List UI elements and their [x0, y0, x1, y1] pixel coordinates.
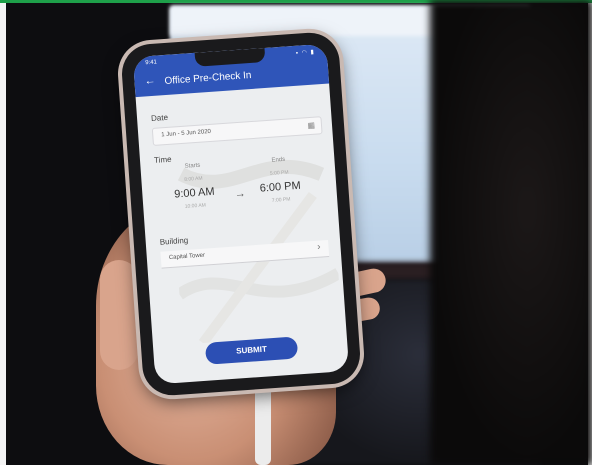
date-range-value: 1 Jun - 5 Jun 2020: [161, 128, 212, 139]
building-value: Capital Tower: [168, 252, 206, 262]
finger: [100, 260, 138, 370]
chevron-right-icon: ›: [316, 241, 321, 253]
status-time: 9:41: [145, 59, 158, 67]
background-person: [430, 0, 592, 465]
status-icons: ▪ ◠ ▮: [295, 49, 316, 57]
left-border-strip: [0, 3, 6, 465]
smartphone: 9:41 ▪ ◠ ▮ ← Office Pre-Check In Date 1 …: [119, 30, 363, 398]
back-arrow-icon[interactable]: ←: [144, 75, 156, 88]
time-label: Time: [153, 154, 172, 165]
phone-screen: 9:41 ▪ ◠ ▮ ← Office Pre-Check In Date 1 …: [132, 43, 350, 385]
app-title: Office Pre-Check In: [164, 69, 252, 87]
photo-scene: 9:41 ▪ ◠ ▮ ← Office Pre-Check In Date 1 …: [0, 0, 592, 465]
charging-cable: [255, 386, 271, 465]
arrow-right-icon: →: [234, 187, 247, 201]
calendar-icon[interactable]: ▦: [307, 121, 315, 131]
date-label: Date: [150, 112, 169, 124]
